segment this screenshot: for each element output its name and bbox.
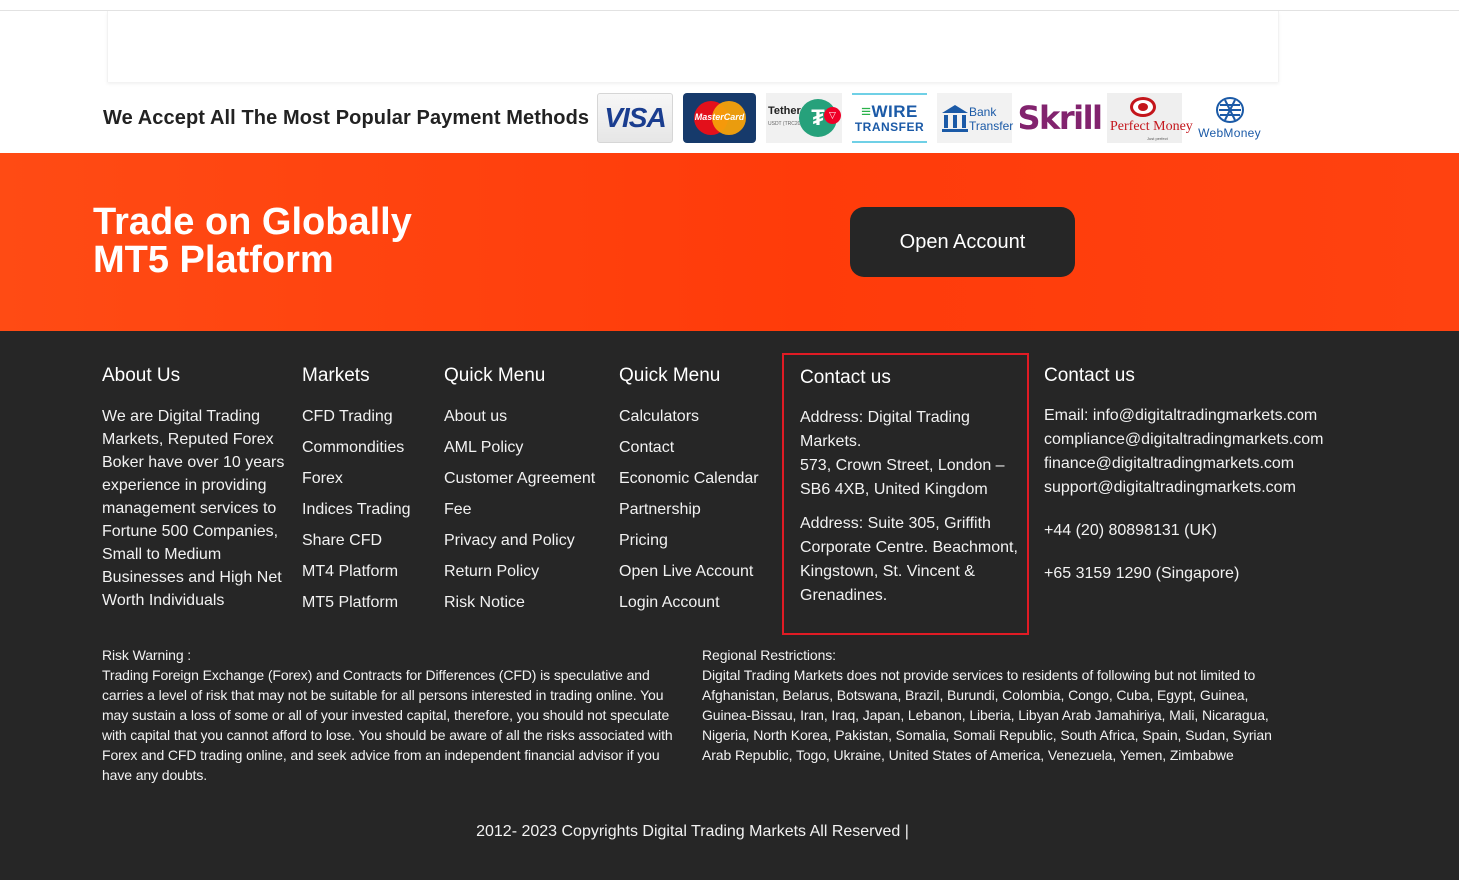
- quick-menu-2-heading: Quick Menu: [619, 365, 721, 386]
- phone-uk[interactable]: +44 (20) 80898131 (UK): [1044, 522, 1217, 540]
- skrill-logo-text: Skrill: [1017, 99, 1104, 137]
- webmoney-logo-text: WebMoney: [1198, 126, 1261, 140]
- markets-link[interactable]: MT4 Platform: [302, 556, 411, 587]
- site-footer: About Us We are Digital Trading Markets,…: [0, 331, 1459, 880]
- bank-transfer-logo: Bank Transfer: [937, 93, 1014, 143]
- markets-link[interactable]: Indices Trading: [302, 494, 411, 525]
- perfect-money-logo-text: Perfect Money: [1110, 119, 1193, 134]
- payment-methods-section: We Accept All The Most Popular Payment M…: [0, 90, 1459, 153]
- contact-2-heading: Contact us: [1044, 365, 1135, 386]
- tether-logo-subtext: USDT (TRC20): [768, 121, 803, 127]
- address-1: Address: Digital Trading Markets. 573, C…: [800, 406, 1025, 502]
- visa-logo-text: VISA: [604, 102, 666, 133]
- regional-restrictions: Regional Restrictions: Digital Trading M…: [702, 645, 1282, 765]
- regional-restrictions-text: Digital Trading Markets does not provide…: [702, 667, 1272, 763]
- payment-methods-title: We Accept All The Most Popular Payment M…: [103, 107, 590, 129]
- address-2: Address: Suite 305, Griffith Corporate C…: [800, 515, 1018, 604]
- bank-transfer-line2: Transfer: [969, 118, 1014, 133]
- risk-warning: Risk Warning : Trading Foreign Exchange …: [102, 645, 687, 785]
- visa-logo: VISA: [597, 93, 673, 143]
- webmoney-globe-icon: [1215, 97, 1244, 123]
- contact-address-box: Contact us Address: Digital Trading Mark…: [782, 353, 1029, 635]
- quick-menu-link[interactable]: Risk Notice: [444, 587, 595, 618]
- address-1-line1: Address: Digital Trading Markets.: [800, 409, 970, 450]
- about-heading: About Us: [102, 365, 181, 386]
- email-link[interactable]: support@digitaltradingmarkets.com: [1044, 476, 1323, 500]
- email-link[interactable]: Email: info@digitaltradingmarkets.com: [1044, 404, 1323, 428]
- perfect-money-logo-subtext: Just perfect: [1147, 136, 1168, 141]
- quick-menu-link[interactable]: About us: [444, 401, 595, 432]
- quick-menu-link[interactable]: Partnership: [619, 494, 759, 525]
- risk-warning-heading: Risk Warning :: [102, 647, 192, 663]
- tether-logo: Tether USDT (TRC20) ₮ ▽: [766, 93, 842, 143]
- wire-transfer-logo: ≡WIRE TRANSFER: [852, 93, 927, 143]
- email-list: Email: info@digitaltradingmarkets.com co…: [1044, 404, 1323, 500]
- bank-icon: [942, 105, 968, 132]
- tether-logo-text: Tether: [768, 105, 801, 117]
- email-link[interactable]: compliance@digitaltradingmarkets.com: [1044, 428, 1323, 452]
- risk-warning-text: Trading Foreign Exchange (Forex) and Con…: [102, 667, 673, 783]
- copyright: 2012- 2023 Copyrights Digital Trading Ma…: [476, 823, 909, 840]
- markets-link[interactable]: Forex: [302, 463, 411, 494]
- phone-singapore[interactable]: +65 3159 1290 (Singapore): [1044, 565, 1239, 583]
- markets-heading: Markets: [302, 365, 370, 386]
- mastercard-logo: MasterCard: [683, 93, 756, 143]
- quick-menu-link[interactable]: Login Account: [619, 587, 759, 618]
- skrill-logo: Skrill: [1018, 93, 1104, 143]
- contact-1-heading: Contact us: [800, 367, 891, 388]
- wire-transfer-logo-top: WIRE: [871, 102, 918, 121]
- quick-menu-link[interactable]: AML Policy: [444, 432, 595, 463]
- quick-menu-1-heading: Quick Menu: [444, 365, 546, 386]
- banner-title: Trade on Globally MT5 Platform: [93, 203, 453, 279]
- mastercard-logo-text: MasterCard: [694, 112, 745, 122]
- perfect-money-logo: Perfect Money Just perfect: [1107, 93, 1193, 143]
- bank-transfer-line1: Bank: [969, 105, 997, 119]
- markets-link[interactable]: CFD Trading: [302, 401, 411, 432]
- quick-menu-link[interactable]: Return Policy: [444, 556, 595, 587]
- quick-menu-link[interactable]: Calculators: [619, 401, 759, 432]
- open-account-button[interactable]: Open Account: [850, 207, 1075, 277]
- webmoney-logo: WebMoney: [1192, 93, 1267, 143]
- banner-title-line1: Trade on Globally: [93, 201, 412, 243]
- top-card: [107, 11, 1279, 82]
- email-link[interactable]: finance@digitaltradingmarkets.com: [1044, 452, 1323, 476]
- banner-title-line2: MT5 Platform: [93, 239, 334, 281]
- markets-link[interactable]: Share CFD: [302, 525, 411, 556]
- about-text: We are Digital Trading Markets, Reputed …: [102, 408, 285, 609]
- address-1-line2: 573, Crown Street, London – SB6 4XB, Uni…: [800, 457, 1005, 498]
- quick-menu-link[interactable]: Contact: [619, 432, 759, 463]
- quick-menu-link[interactable]: Pricing: [619, 525, 759, 556]
- quick-menu-link[interactable]: Fee: [444, 494, 595, 525]
- quick-menu-link[interactable]: Privacy and Policy: [444, 525, 595, 556]
- cta-banner: Trade on Globally MT5 Platform Open Acco…: [0, 153, 1459, 331]
- markets-link[interactable]: MT5 Platform: [302, 587, 411, 618]
- wire-transfer-logo-bottom: TRANSFER: [854, 120, 925, 134]
- tron-coin-icon: ▽: [824, 107, 841, 124]
- quick-menu-link[interactable]: Open Live Account: [619, 556, 759, 587]
- regional-restrictions-heading: Regional Restrictions:: [702, 647, 836, 663]
- perfect-money-icon: [1130, 97, 1156, 117]
- quick-menu-link[interactable]: Customer Agreement: [444, 463, 595, 494]
- markets-link[interactable]: Commondities: [302, 432, 411, 463]
- quick-menu-link[interactable]: Economic Calendar: [619, 463, 759, 494]
